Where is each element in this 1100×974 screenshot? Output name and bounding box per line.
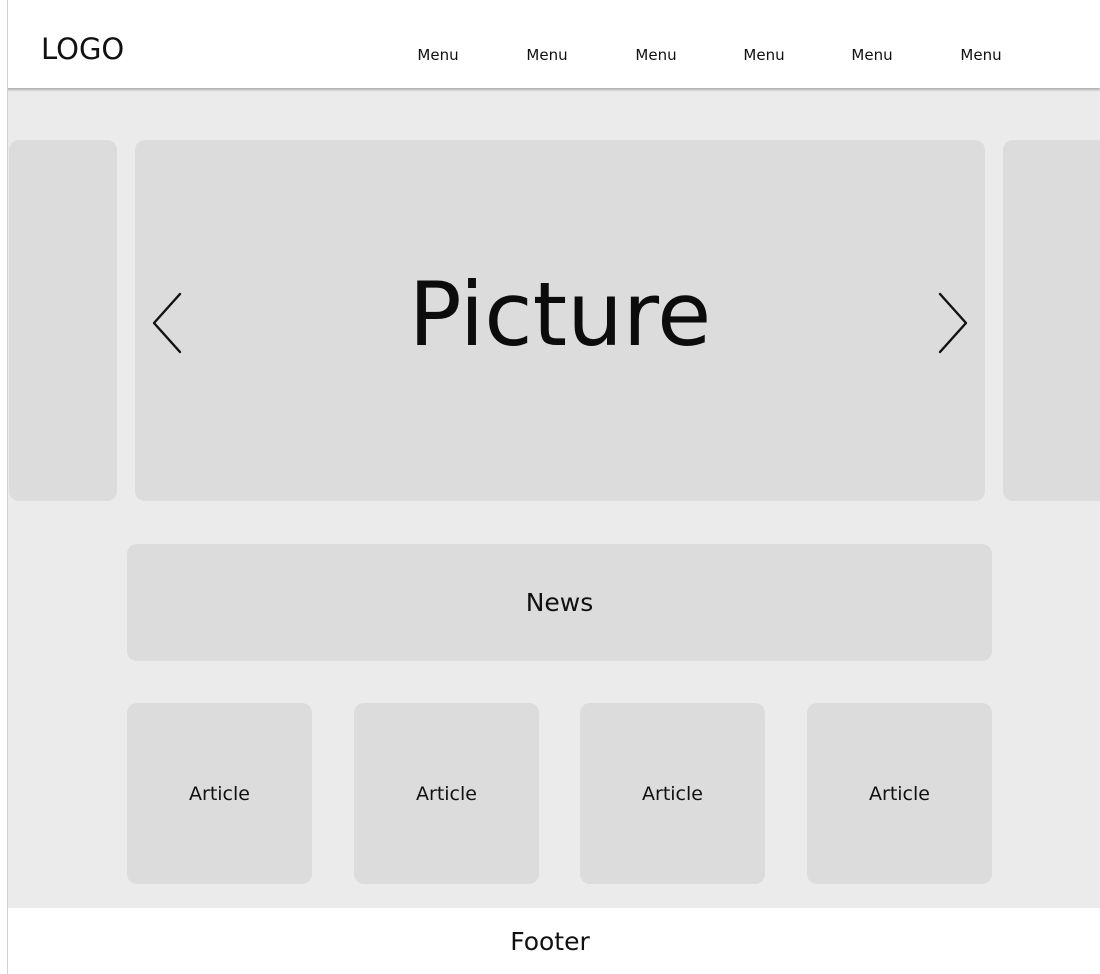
- article-label: Article: [642, 783, 703, 805]
- current-slide: Picture: [135, 140, 985, 501]
- news-section[interactable]: News: [127, 544, 992, 661]
- carousel-prev-button[interactable]: [148, 288, 188, 358]
- chevron-left-icon: [152, 292, 182, 354]
- news-label: News: [525, 588, 594, 617]
- slide-picture-label: Picture: [408, 263, 712, 366]
- carousel-next-button[interactable]: [932, 288, 972, 358]
- article-label: Article: [869, 783, 930, 805]
- article-card-1[interactable]: Article: [127, 703, 312, 884]
- article-card-3[interactable]: Article: [580, 703, 765, 884]
- previous-slide-peek[interactable]: [9, 140, 117, 501]
- site-header: LOGO Menu Menu Menu Menu Menu Menu: [0, 0, 1100, 88]
- article-label: Article: [189, 783, 250, 805]
- left-edge-line: [0, 0, 8, 974]
- site-footer: Footer: [0, 908, 1100, 974]
- next-slide-peek[interactable]: [1003, 140, 1100, 501]
- nav-menu-item-2[interactable]: Menu: [502, 44, 592, 66]
- nav-menu-item-1[interactable]: Menu: [393, 44, 483, 66]
- chevron-right-icon: [938, 292, 968, 354]
- article-label: Article: [416, 783, 477, 805]
- footer-label: Footer: [510, 927, 590, 956]
- article-card-4[interactable]: Article: [807, 703, 992, 884]
- logo[interactable]: LOGO: [41, 30, 124, 68]
- nav-menu-item-4[interactable]: Menu: [719, 44, 809, 66]
- nav-menu-item-3[interactable]: Menu: [611, 44, 701, 66]
- nav-menu-item-6[interactable]: Menu: [936, 44, 1026, 66]
- article-card-2[interactable]: Article: [354, 703, 539, 884]
- nav-menu-item-5[interactable]: Menu: [827, 44, 917, 66]
